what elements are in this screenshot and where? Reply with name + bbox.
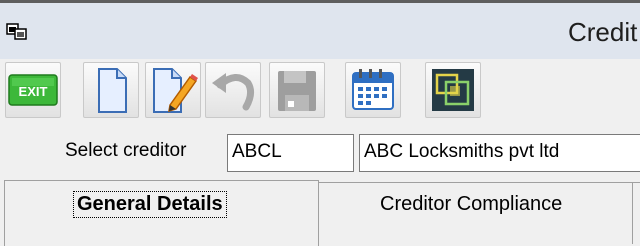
app-icon [5, 21, 33, 43]
edit-button[interactable] [145, 62, 201, 118]
exit-button[interactable]: EXIT [5, 62, 61, 118]
creditor-code-field[interactable]: ABCL [227, 134, 354, 172]
tab-strip: Creditor Compliance General Details [0, 178, 640, 246]
creditor-select-row: Select creditor ABCL ABC Locksmiths pvt … [0, 126, 640, 178]
new-document-button[interactable] [83, 62, 139, 118]
save-disk-icon [278, 71, 316, 111]
calendar-button[interactable] [345, 62, 401, 118]
title-bar: Credit [0, 3, 640, 59]
undo-button[interactable] [205, 62, 261, 118]
tab-general-details[interactable]: General Details [4, 180, 319, 246]
window-title: Credit [568, 17, 638, 47]
edit-pencil-icon [153, 68, 198, 113]
save-button[interactable] [269, 62, 325, 118]
document-icon [98, 68, 127, 113]
select-creditor-label: Select creditor [65, 140, 187, 161]
calendar-icon [352, 69, 394, 110]
tab-general-details-label: General Details [73, 191, 227, 218]
tab-next-partial[interactable] [632, 182, 640, 244]
windows-button[interactable] [425, 62, 481, 118]
tab-creditor-compliance-label: Creditor Compliance [380, 193, 563, 215]
creditor-name-field[interactable]: ABC Locksmiths pvt ltd [359, 134, 640, 172]
exit-button-label: EXIT [19, 84, 48, 99]
windows-icon [432, 69, 474, 111]
undo-icon [212, 73, 255, 111]
toolbar: EXIT [0, 59, 640, 125]
tab-creditor-compliance[interactable]: Creditor Compliance [317, 182, 633, 244]
